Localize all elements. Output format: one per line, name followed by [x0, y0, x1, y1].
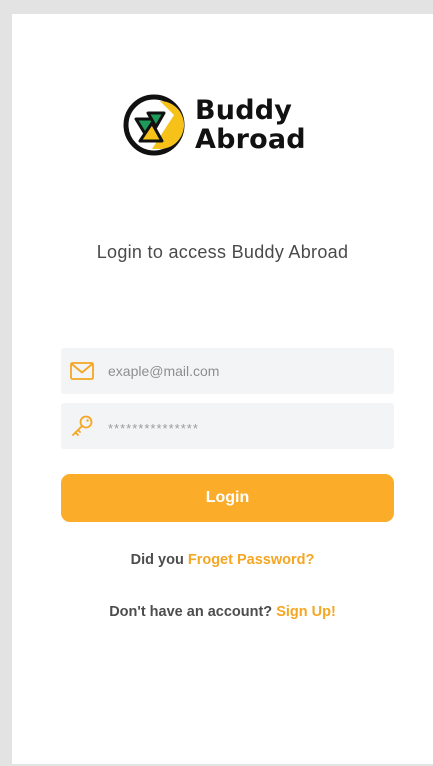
email-value: exaple@mail.com [108, 363, 220, 379]
signup-row: Don't have an account? Sign Up! [12, 604, 433, 620]
device-frame-top [0, 0, 433, 14]
mail-icon [70, 362, 94, 380]
login-button[interactable]: Login [61, 474, 394, 522]
logo-line-1: Buddy [195, 95, 293, 126]
forgot-password-link[interactable]: Froget Password? [188, 552, 315, 568]
logo-wordmark: Buddy Abroad [195, 96, 306, 154]
key-icon [72, 415, 93, 436]
password-value: *************** [108, 421, 199, 436]
signup-prefix: Don't have an account? [109, 604, 277, 620]
logo-line-2: Abroad [195, 124, 306, 155]
login-screen: Buddy Abroad Login to access Buddy Abroa… [12, 14, 433, 764]
forgot-password-prefix: Did you [130, 552, 188, 568]
device-frame-left [0, 0, 12, 766]
page-subtitle: Login to access Buddy Abroad [96, 242, 349, 262]
forgot-password-row: Did you Froget Password? [12, 552, 433, 568]
signup-link[interactable]: Sign Up! [276, 604, 336, 620]
app-logo: Buddy Abroad [122, 92, 332, 162]
logo-mark-icon [123, 94, 185, 156]
password-field[interactable]: *************** [61, 403, 394, 449]
email-field[interactable]: exaple@mail.com [61, 348, 394, 394]
